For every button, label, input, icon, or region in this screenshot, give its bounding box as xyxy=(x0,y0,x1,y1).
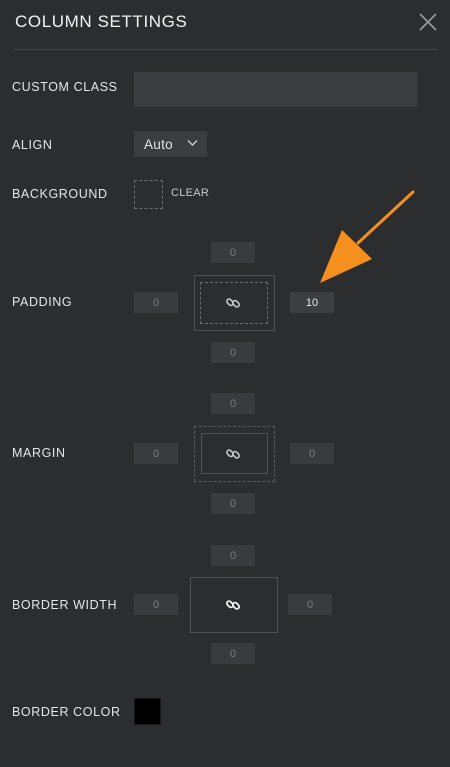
border-width-label: BORDER WIDTH xyxy=(12,598,118,612)
padding-bottom-input[interactable]: 0 xyxy=(211,342,255,363)
margin-bottom-input[interactable]: 0 xyxy=(211,493,255,514)
padding-top-input[interactable]: 0 xyxy=(211,242,255,263)
margin-top-input[interactable]: 0 xyxy=(211,393,255,414)
align-label: ALIGN xyxy=(12,138,53,152)
margin-label: MARGIN xyxy=(12,446,66,460)
align-select-value: Auto xyxy=(144,136,173,152)
panel-title: COLUMN SETTINGS xyxy=(15,12,188,31)
border-right-input[interactable]: 0 xyxy=(288,594,332,615)
align-select[interactable]: Auto xyxy=(134,131,207,157)
link-icon[interactable] xyxy=(225,446,241,462)
border-bottom-input[interactable]: 0 xyxy=(211,643,255,664)
custom-class-label: CUSTOM CLASS xyxy=(12,80,118,94)
link-icon[interactable] xyxy=(225,295,241,311)
padding-left-input[interactable]: 0 xyxy=(134,292,178,313)
link-icon[interactable] xyxy=(225,597,241,613)
background-label: BACKGROUND xyxy=(12,187,108,201)
margin-left-input[interactable]: 0 xyxy=(134,443,178,464)
margin-right-input[interactable]: 0 xyxy=(290,443,334,464)
border-left-input[interactable]: 0 xyxy=(134,594,178,615)
border-color-label: BORDER COLOR xyxy=(12,705,121,719)
padding-label: PADDING xyxy=(12,295,73,309)
border-color-swatch[interactable] xyxy=(134,698,161,725)
close-icon[interactable] xyxy=(418,12,438,32)
background-color-swatch[interactable] xyxy=(134,180,163,209)
chevron-down-icon xyxy=(187,140,198,146)
border-top-input[interactable]: 0 xyxy=(211,545,255,566)
arrow-icon xyxy=(320,190,415,283)
custom-class-input[interactable] xyxy=(134,72,417,107)
background-clear-button[interactable]: CLEAR xyxy=(171,187,209,199)
header-divider xyxy=(14,49,437,50)
